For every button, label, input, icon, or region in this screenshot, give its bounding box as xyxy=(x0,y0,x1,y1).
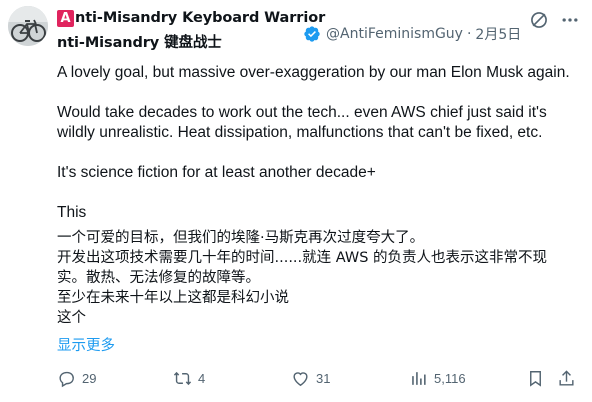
reply-count: 29 xyxy=(82,370,97,386)
translation-line-3: 实。散热、无法修复的故障等。 xyxy=(57,270,260,286)
heart-icon xyxy=(293,371,308,386)
bookmark-icon xyxy=(530,370,541,387)
translation-line-2: 开发出这项技术需要几十年的时间......就连 AWS 的负责人也表示这非常不现 xyxy=(57,250,548,266)
avatar-image xyxy=(8,6,48,46)
display-name-text: nti-Misandry Keyboard Warrior xyxy=(75,10,326,26)
tweet-paragraph-2-line-2: wildly unrealistic. Heat dissipation, ma… xyxy=(57,124,543,141)
tweet-paragraph-3: It's science fiction for at least anothe… xyxy=(57,164,376,181)
reply-button[interactable]: 29 xyxy=(57,367,96,389)
more-icon[interactable] xyxy=(560,10,580,30)
user-handle[interactable]: @AntiFeminismGuy xyxy=(326,26,463,42)
tweet-paragraph-4: This xyxy=(57,204,87,221)
repost-icon xyxy=(173,371,192,385)
post-date[interactable]: 2月5日 xyxy=(475,24,521,44)
verified-icon[interactable] xyxy=(303,25,321,43)
tweet-paragraph-1: A lovely goal, but massive over-exaggera… xyxy=(57,64,570,81)
reply-icon xyxy=(59,371,74,387)
like-count: 31 xyxy=(316,370,331,386)
like-button[interactable]: 31 xyxy=(291,367,330,389)
bookmark-button[interactable] xyxy=(526,367,545,389)
avatar[interactable] xyxy=(8,6,48,46)
tweet: A nti-Misandry Keyboard Warrior nti-Misa… xyxy=(0,0,592,402)
display-name[interactable]: A nti-Misandry Keyboard Warrior xyxy=(57,8,325,28)
share-button[interactable] xyxy=(557,367,576,389)
translation-line-4: 至少在未来十年以上这都是科幻小说 xyxy=(57,290,289,306)
translation-line-1: 一个可爱的目标，但我们的埃隆·马斯克再次过度夸大了。 xyxy=(57,230,425,246)
translation-line-5: 这个 xyxy=(57,310,86,326)
share-icon xyxy=(559,369,574,386)
handle-row: @AntiFeminismGuy · 2月5日 xyxy=(303,24,521,44)
views-button[interactable]: 5,116 xyxy=(409,367,466,389)
views-icon xyxy=(412,371,426,385)
tweet-paragraph-2-line-1: Would take decades to work out the tech.… xyxy=(57,104,547,121)
repost-button[interactable]: 4 xyxy=(173,367,205,389)
show-more-link[interactable]: 显示更多 xyxy=(57,334,115,355)
name-badge: A xyxy=(57,9,74,27)
display-name-line2[interactable]: nti-Misandry 键盘战士 xyxy=(57,31,222,52)
repost-count: 4 xyxy=(198,370,206,386)
grok-icon[interactable] xyxy=(529,10,549,30)
separator-dot: · xyxy=(466,26,472,42)
views-count: 5,116 xyxy=(434,370,466,386)
